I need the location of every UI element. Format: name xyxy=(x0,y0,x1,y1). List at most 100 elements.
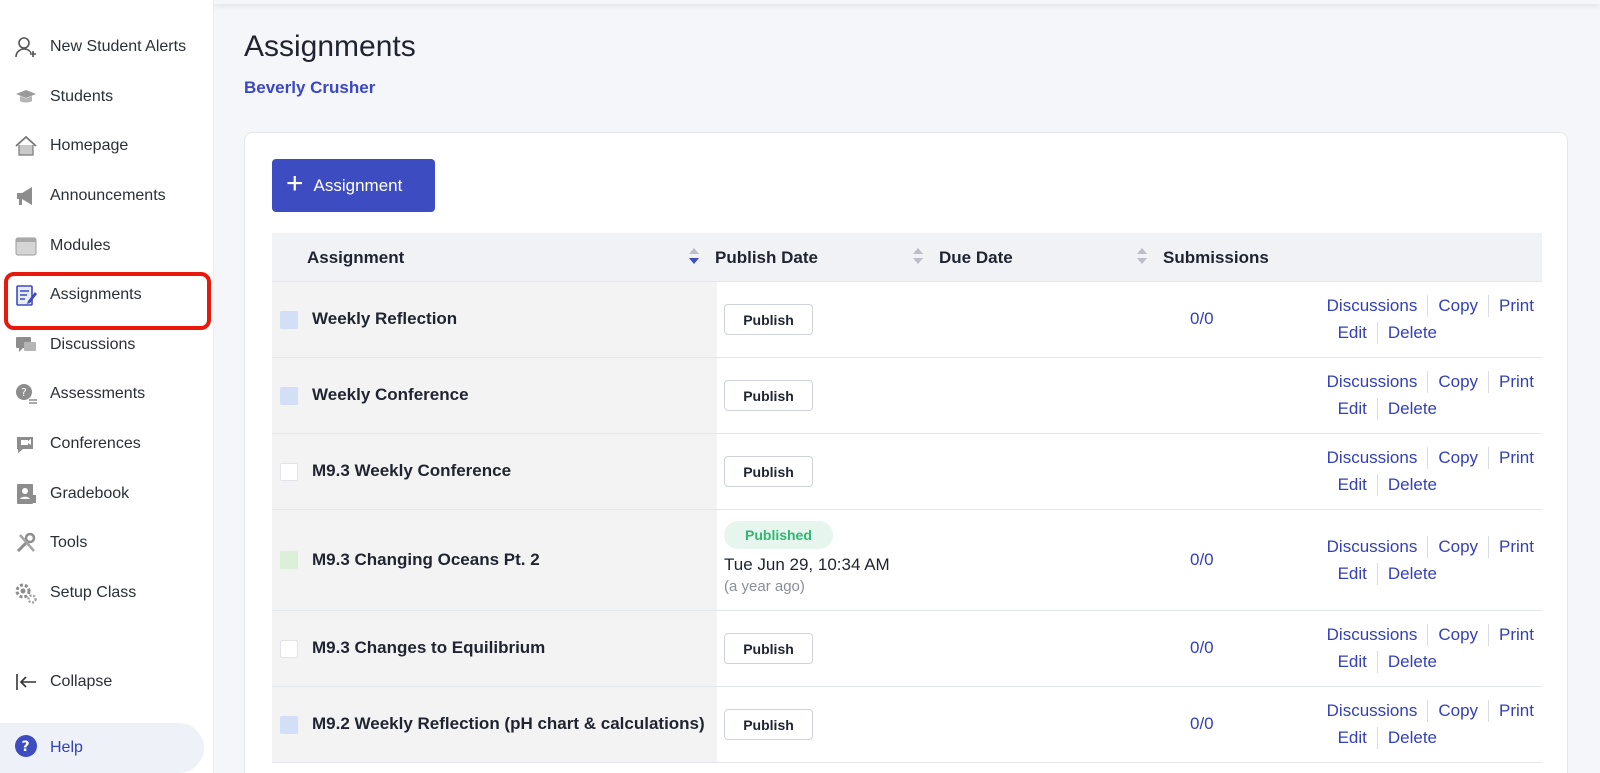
sidebar-item-new-student-alerts[interactable]: New Student Alerts xyxy=(0,25,214,69)
sidebar-item-gradebook[interactable]: Gradebook xyxy=(0,472,214,516)
print-link[interactable]: Print xyxy=(1488,623,1534,646)
print-link[interactable]: Print xyxy=(1488,699,1534,722)
publish-button[interactable]: Publish xyxy=(724,456,813,487)
home-icon xyxy=(14,134,38,158)
print-link[interactable]: Print xyxy=(1488,535,1534,558)
row-color-square[interactable] xyxy=(280,716,298,734)
discussions-link[interactable]: Discussions xyxy=(1317,295,1428,317)
row-actions: Discussions Copy Print Edit Delete xyxy=(1294,444,1534,498)
delete-link[interactable]: Delete xyxy=(1376,726,1437,749)
edit-link[interactable]: Edit xyxy=(1328,474,1377,496)
tools-icon xyxy=(14,531,38,555)
discussions-link[interactable]: Discussions xyxy=(1317,536,1428,558)
copy-link[interactable]: Copy xyxy=(1427,294,1488,317)
sort-assignment-icon[interactable] xyxy=(688,248,700,268)
column-header-due-date[interactable]: Due Date xyxy=(939,233,1013,282)
assignment-name[interactable]: Weekly Conference xyxy=(312,385,469,405)
sidebar-item-label: Assessments xyxy=(50,385,146,402)
assignment-name[interactable]: M9.3 Weekly Conference xyxy=(312,461,511,481)
copy-link[interactable]: Copy xyxy=(1427,446,1488,469)
user-plus-icon xyxy=(14,35,38,59)
assessment-icon: ? xyxy=(14,382,38,406)
sidebar-item-discussions[interactable]: Discussions xyxy=(0,323,214,367)
assignment-name[interactable]: Weekly Reflection xyxy=(312,309,457,329)
delete-link[interactable]: Delete xyxy=(1376,650,1437,673)
publish-button[interactable]: Publish xyxy=(724,633,813,664)
row-color-square[interactable] xyxy=(280,387,298,405)
discussions-link[interactable]: Discussions xyxy=(1317,371,1428,393)
table-row: M9.2 Weekly Reflection (pH chart & calcu… xyxy=(272,687,1542,763)
delete-link[interactable]: Delete xyxy=(1376,397,1437,420)
print-link[interactable]: Print xyxy=(1488,370,1534,393)
discussions-link[interactable]: Discussions xyxy=(1317,447,1428,469)
svg-text:?: ? xyxy=(21,386,27,399)
sidebar-item-assignments[interactable]: Assignments xyxy=(0,273,214,317)
column-header-submissions: Submissions xyxy=(1163,247,1269,267)
published-badge: Published xyxy=(724,521,833,549)
assignment-name[interactable]: M9.3 Changing Oceans Pt. 2 xyxy=(312,550,540,570)
publish-button[interactable]: Publish xyxy=(724,709,813,740)
instructor-name[interactable]: Beverly Crusher xyxy=(244,78,375,98)
table-row: M9.3 Changing Oceans Pt. 2 Published Tue… xyxy=(272,510,1542,611)
sidebar-item-label: Homepage xyxy=(50,137,129,154)
delete-link[interactable]: Delete xyxy=(1376,473,1437,496)
assignment-name[interactable]: M9.2 Weekly Reflection (pH chart & calcu… xyxy=(312,714,705,734)
sidebar-item-modules[interactable]: Modules xyxy=(0,224,214,268)
table-row: M9.3 Changes to Equilibrium Publish 0/0 … xyxy=(272,611,1542,687)
row-color-square[interactable] xyxy=(280,640,298,658)
sidebar-item-label: Setup Class xyxy=(50,584,137,601)
submissions-count[interactable]: 0/0 xyxy=(1190,309,1214,329)
edit-link[interactable]: Edit xyxy=(1328,322,1377,344)
sidebar-item-conferences[interactable]: Conferences xyxy=(0,422,214,466)
gradebook-icon xyxy=(14,482,38,506)
row-actions: Discussions Copy Print Edit Delete xyxy=(1294,621,1534,675)
assignment-name[interactable]: M9.3 Changes to Equilibrium xyxy=(312,638,545,658)
help-button[interactable]: ? Help xyxy=(0,723,204,773)
sidebar-item-setup-class[interactable]: Setup Class xyxy=(0,571,214,615)
megaphone-icon xyxy=(14,184,38,208)
delete-link[interactable]: Delete xyxy=(1376,321,1437,344)
collapse-button[interactable]: Collapse xyxy=(0,660,214,704)
table-row: Weekly Conference Publish Discussions Cop… xyxy=(272,358,1542,434)
submissions-count[interactable]: 0/0 xyxy=(1190,550,1214,570)
sidebar-item-label: Modules xyxy=(50,237,111,254)
submissions-count[interactable]: 0/0 xyxy=(1190,638,1214,658)
sidebar-item-tools[interactable]: Tools xyxy=(0,521,214,565)
edit-link[interactable]: Edit xyxy=(1328,398,1377,420)
row-color-square[interactable] xyxy=(280,463,298,481)
sidebar-item-assessments[interactable]: ? Assessments xyxy=(0,372,214,416)
sidebar-item-students[interactable]: Students xyxy=(0,75,214,119)
plus-icon: + xyxy=(286,167,304,200)
row-color-square[interactable] xyxy=(280,311,298,329)
row-actions: Discussions Copy Print Edit Delete xyxy=(1294,533,1534,587)
publish-button[interactable]: Publish xyxy=(724,304,813,335)
edit-link[interactable]: Edit xyxy=(1328,651,1377,673)
sidebar-item-announcements[interactable]: Announcements xyxy=(0,174,214,218)
copy-link[interactable]: Copy xyxy=(1427,535,1488,558)
publish-button[interactable]: Publish xyxy=(724,380,813,411)
column-header-assignment[interactable]: Assignment xyxy=(307,233,404,282)
publish-date: Tue Jun 29, 10:34 AM xyxy=(724,555,890,574)
print-link[interactable]: Print xyxy=(1488,294,1534,317)
table-row: Weekly Reflection Publish 0/0 Discussion… xyxy=(272,282,1542,358)
discussions-link[interactable]: Discussions xyxy=(1317,700,1428,722)
submissions-count[interactable]: 0/0 xyxy=(1190,714,1214,734)
edit-link[interactable]: Edit xyxy=(1328,563,1377,585)
sort-publish-date-icon[interactable] xyxy=(912,248,924,268)
gear-icon xyxy=(14,581,38,605)
sidebar-item-homepage[interactable]: Homepage xyxy=(0,124,214,168)
table-header: Assignment Publish Date Due Date Submiss… xyxy=(272,233,1542,282)
edit-link[interactable]: Edit xyxy=(1328,727,1377,749)
column-header-publish-date[interactable]: Publish Date xyxy=(715,233,818,282)
copy-link[interactable]: Copy xyxy=(1427,623,1488,646)
copy-link[interactable]: Copy xyxy=(1427,699,1488,722)
copy-link[interactable]: Copy xyxy=(1427,370,1488,393)
discussions-link[interactable]: Discussions xyxy=(1317,624,1428,646)
row-color-square[interactable] xyxy=(280,551,298,569)
sort-due-date-icon[interactable] xyxy=(1136,248,1148,268)
sidebar-item-label: Announcements xyxy=(50,187,166,204)
delete-link[interactable]: Delete xyxy=(1376,562,1437,585)
svg-text:?: ? xyxy=(22,739,30,755)
add-assignment-button[interactable]: + Assignment xyxy=(272,159,435,212)
print-link[interactable]: Print xyxy=(1488,446,1534,469)
